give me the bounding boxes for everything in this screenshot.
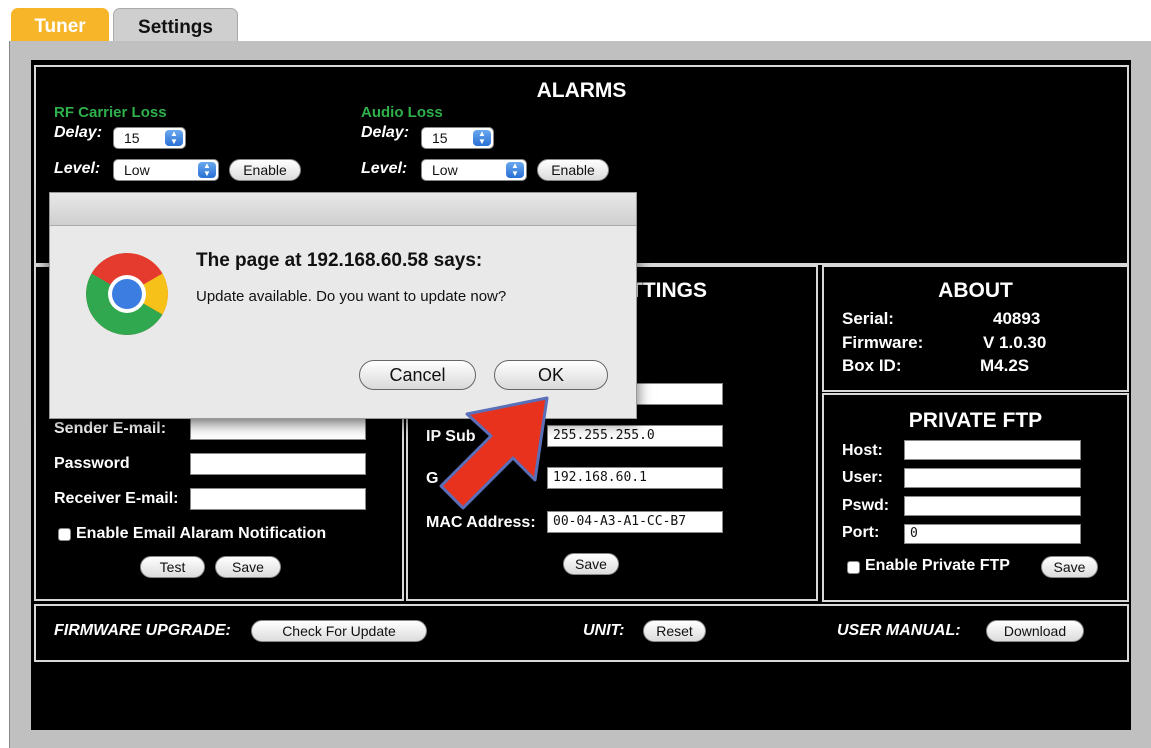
email-notification-checkbox[interactable] <box>58 528 71 541</box>
dialog-titlebar <box>50 193 636 226</box>
boxid-value: M4.2S <box>980 356 1030 375</box>
audio-enable-button[interactable]: Enable <box>537 159 609 181</box>
select-arrows-icon: ▲ ▼ <box>506 162 524 178</box>
dialog-heading: The page at 192.168.60.58 says: <box>196 250 483 271</box>
email-notification-label: Enable Email Alaram Notification <box>76 525 327 542</box>
sender-email-label: Sender E-mail: <box>54 420 167 437</box>
password-input[interactable] <box>190 453 366 475</box>
rf-carrier-loss-label: RF Carrier Loss <box>54 104 167 121</box>
private-ftp-title: PRIVATE FTP <box>908 409 1043 432</box>
dialog-cancel-button[interactable]: Cancel <box>359 360 476 390</box>
firmware-value: V 1.0.30 <box>983 333 1047 352</box>
rf-level-select[interactable]: Low ▲ ▼ <box>113 159 219 181</box>
firmware-label: Firmware: <box>842 333 924 352</box>
ftp-user-label: User: <box>842 469 883 486</box>
rf-delay-select[interactable]: 15 ▲ ▼ <box>113 127 186 149</box>
rf-delay-value: 15 <box>124 130 140 146</box>
boxid-label: Box ID: <box>842 356 902 375</box>
rf-level-value: Low <box>124 162 150 178</box>
audio-level-value: Low <box>432 162 458 178</box>
unit-label: UNIT: <box>583 622 625 639</box>
chrome-logo-icon <box>86 253 168 335</box>
rf-delay-label: Delay: <box>54 124 103 141</box>
audio-level-label: Level: <box>361 160 408 177</box>
tab-tuner[interactable]: Tuner <box>11 8 109 42</box>
receiver-email-input[interactable] <box>190 488 366 510</box>
select-arrows-icon: ▲ ▼ <box>198 162 216 178</box>
ftp-enable-checkbox[interactable] <box>847 561 860 574</box>
gateway-input[interactable]: 192.168.60.1 <box>547 467 723 489</box>
network-save-button[interactable]: Save <box>563 553 619 575</box>
network-title: TTINGS <box>630 279 707 302</box>
ftp-host-input[interactable] <box>904 440 1081 460</box>
reset-button[interactable]: Reset <box>643 620 706 642</box>
ftp-port-label: Port: <box>842 524 880 541</box>
receiver-email-label: Receiver E-mail: <box>54 490 179 507</box>
email-test-button[interactable]: Test <box>140 556 205 578</box>
rf-enable-button[interactable]: Enable <box>229 159 301 181</box>
ftp-enable-label: Enable Private FTP <box>865 557 1010 574</box>
email-save-button[interactable]: Save <box>215 556 281 578</box>
tab-bar-background <box>238 6 1151 42</box>
mac-address-input[interactable]: 00-04-A3-A1-CC-B7 <box>547 511 723 533</box>
audio-delay-label: Delay: <box>361 124 410 141</box>
serial-value: 40893 <box>993 309 1041 328</box>
audio-delay-select[interactable]: 15 ▲ ▼ <box>421 127 494 149</box>
audio-loss-label: Audio Loss <box>361 104 443 121</box>
select-arrows-icon: ▲ ▼ <box>165 130 183 146</box>
ftp-pswd-label: Pswd: <box>842 497 890 514</box>
rf-level-label: Level: <box>54 160 101 177</box>
ftp-pswd-input[interactable] <box>904 496 1081 516</box>
ftp-save-button[interactable]: Save <box>1041 556 1098 578</box>
dialog-ok-button[interactable]: OK <box>494 360 608 390</box>
dialog-message: Update available. Do you want to update … <box>196 288 507 305</box>
audio-level-select[interactable]: Low ▲ ▼ <box>421 159 527 181</box>
serial-label: Serial: <box>842 309 894 328</box>
ftp-host-label: Host: <box>842 442 883 459</box>
tab-settings[interactable]: Settings <box>113 8 238 42</box>
ftp-port-input[interactable]: 0 <box>904 524 1081 544</box>
subnet-input[interactable]: 255.255.255.0 <box>547 425 723 447</box>
alarms-title: ALARMS <box>536 79 627 102</box>
audio-delay-value: 15 <box>432 130 448 146</box>
check-for-update-button[interactable]: Check For Update <box>251 620 427 642</box>
user-manual-label: USER MANUAL: <box>837 622 961 639</box>
download-button[interactable]: Download <box>986 620 1084 642</box>
about-title: ABOUT <box>938 279 1013 302</box>
sender-email-input[interactable] <box>190 418 366 440</box>
ftp-user-input[interactable] <box>904 468 1081 488</box>
password-label: Password <box>54 455 130 472</box>
firmware-upgrade-label: FIRMWARE UPGRADE: <box>54 622 231 639</box>
red-arrow-icon <box>439 396 549 510</box>
select-arrows-icon: ▲ ▼ <box>473 130 491 146</box>
